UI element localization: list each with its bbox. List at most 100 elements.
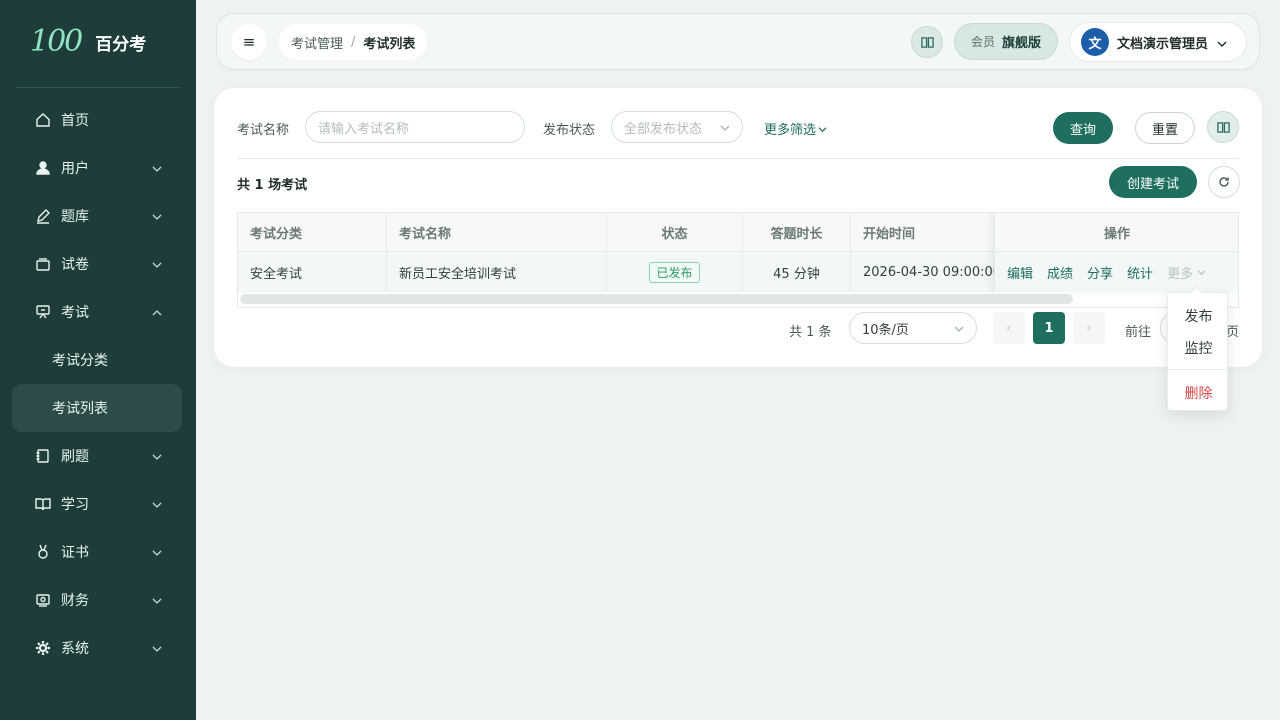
medal-icon: [34, 543, 52, 561]
sidebar-item-label: 考试列表: [52, 401, 108, 417]
exam-list-card: 考试名称 请输入考试名称 发布 状态 全部发布状态 更多筛选 查询 重置 共 1 …: [214, 88, 1262, 367]
sidebar-item-label: 题库: [61, 209, 89, 225]
sidebar-item-label: 首页: [61, 113, 89, 129]
brand[interactable]: 100 百分考: [30, 24, 146, 60]
prev-page-button[interactable]: ‹: [993, 312, 1025, 344]
open-book-icon: [34, 495, 52, 513]
brand-logo: 100: [30, 24, 83, 59]
reset-button[interactable]: 重置: [1135, 112, 1195, 144]
user-icon: [34, 159, 52, 177]
user-menu[interactable]: 文 文档演示管理员: [1069, 22, 1247, 62]
goto-label: 前往: [1125, 325, 1152, 340]
sidebar-item-practice[interactable]: 刷题: [12, 432, 182, 480]
sidebar-item-users[interactable]: 用户: [12, 144, 182, 192]
menu-item-publish[interactable]: 发布: [1168, 306, 1229, 326]
column-header: 状态: [607, 213, 743, 251]
chevron-up-icon: [152, 306, 162, 316]
filter-divider: [237, 158, 1239, 159]
select-placeholder: 全部发布状态: [624, 121, 703, 137]
column-header: 开始时间: [863, 226, 916, 242]
sidebar-item-learning[interactable]: 学习: [12, 480, 182, 528]
pen-icon: [34, 207, 52, 225]
menu-item-monitor[interactable]: 监控: [1168, 338, 1229, 358]
sidebar-menu: 首页 用户 题库 试卷 考试 考试分类 考试列表 刷题 学习 证书 财务 系统: [12, 96, 182, 672]
chevron-down-icon: [1217, 37, 1227, 47]
sidebar: 100 百分考 首页 用户 题库 试卷 考试 考试分类 考试列表 刷题 学习 证…: [0, 0, 196, 720]
page-size-select[interactable]: 10条/页: [849, 312, 977, 344]
sidebar-item-finance[interactable]: 财务: [12, 576, 182, 624]
cell-start-time: 2026-04-30 09:00:00: [863, 264, 994, 280]
guide-button[interactable]: [1207, 111, 1239, 143]
menu-item-delete[interactable]: 删除: [1168, 383, 1229, 403]
membership-badge[interactable]: 会员 旗舰版: [954, 23, 1058, 60]
gear-icon: [34, 639, 52, 657]
sidebar-item-certificates[interactable]: 证书: [12, 528, 182, 576]
publish-status-select[interactable]: 全部发布状态: [611, 111, 743, 143]
actions-column: 操作 编辑 成绩 分享 统计 更多: [994, 213, 1238, 292]
sidebar-item-exams[interactable]: 考试: [12, 288, 182, 336]
menu-toggle-button[interactable]: ≡: [231, 24, 267, 60]
scores-link[interactable]: 成绩: [1047, 263, 1073, 282]
more-filters-link[interactable]: 更多筛选: [764, 119, 827, 138]
refresh-icon: [1218, 176, 1230, 188]
chevron-down-icon: [1197, 269, 1206, 275]
page-size-value: 10条/页: [862, 322, 909, 338]
breadcrumb-item[interactable]: 考试管理: [291, 33, 343, 52]
sidebar-item-home[interactable]: 首页: [12, 96, 182, 144]
notebook-icon: [34, 447, 52, 465]
edit-link[interactable]: 编辑: [1007, 263, 1033, 282]
chevron-down-icon: [818, 127, 827, 133]
sidebar-item-label: 考试: [61, 305, 89, 321]
query-button[interactable]: 查询: [1053, 112, 1113, 144]
more-filters-label: 更多筛选: [764, 123, 817, 138]
book-icon: [1216, 121, 1230, 134]
sidebar-item-label: 系统: [61, 641, 89, 657]
book-icon: [920, 36, 934, 49]
sidebar-item-system[interactable]: 系统: [12, 624, 182, 672]
refresh-button[interactable]: [1208, 166, 1240, 198]
chevron-down-icon: [954, 323, 964, 333]
pagination-total: 共 1 条: [789, 325, 832, 340]
column-header: 考试分类: [238, 213, 387, 251]
exam-count: 共 1 场考试: [237, 178, 308, 193]
avatar: 文: [1081, 28, 1109, 56]
sidebar-item-label: 财务: [61, 593, 89, 609]
exam-name-input[interactable]: 请输入考试名称: [305, 111, 525, 143]
breadcrumb-separator: /: [351, 34, 356, 50]
paper-stack-icon: [34, 255, 52, 273]
top-bar: ≡ 考试管理 / 考试列表 会员 旗舰版 文 文档演示管理员: [216, 13, 1260, 70]
user-name: 文档演示管理员: [1117, 36, 1209, 52]
membership-level: 旗舰版: [1002, 36, 1042, 51]
sidebar-item-label: 试卷: [61, 257, 89, 273]
breadcrumb-current: 考试列表: [363, 36, 416, 52]
status-badge: 已发布: [649, 261, 700, 283]
page-1-button[interactable]: 1: [1033, 312, 1065, 344]
wallet-icon: [34, 591, 52, 609]
horizontal-scrollbar[interactable]: [240, 294, 1073, 304]
sidebar-item-exam-list[interactable]: 考试列表: [12, 384, 182, 432]
exam-name-label: 考试名称: [237, 123, 290, 138]
stats-link[interactable]: 统计: [1127, 263, 1153, 282]
docs-button[interactable]: [911, 26, 943, 58]
cell-status: 已发布: [607, 252, 743, 292]
sidebar-item-label: 用户: [61, 161, 89, 177]
more-actions-dropdown[interactable]: 更多: [1167, 263, 1206, 282]
chevron-down-icon: [720, 122, 730, 132]
sidebar-item-exam-categories[interactable]: 考试分类: [12, 336, 182, 384]
sidebar-item-label: 证书: [61, 545, 89, 561]
sidebar-divider: [16, 87, 181, 88]
sidebar-item-papers[interactable]: 试卷: [12, 240, 182, 288]
column-header: 考试名称: [387, 213, 607, 251]
chevron-down-icon: [152, 498, 162, 508]
column-header: 答题时长: [743, 213, 851, 251]
sidebar-item-label: 刷题: [61, 449, 89, 465]
share-link[interactable]: 分享: [1087, 263, 1113, 282]
next-page-button[interactable]: ›: [1073, 312, 1105, 344]
membership-label: 会员: [970, 35, 995, 49]
cell-duration: 45 分钟: [743, 252, 851, 292]
create-exam-button[interactable]: 创建考试: [1109, 166, 1197, 198]
sidebar-item-question-bank[interactable]: 题库: [12, 192, 182, 240]
sidebar-item-label: 学习: [61, 497, 89, 513]
brand-name: 百分考: [95, 34, 147, 55]
chevron-down-icon: [152, 642, 162, 652]
